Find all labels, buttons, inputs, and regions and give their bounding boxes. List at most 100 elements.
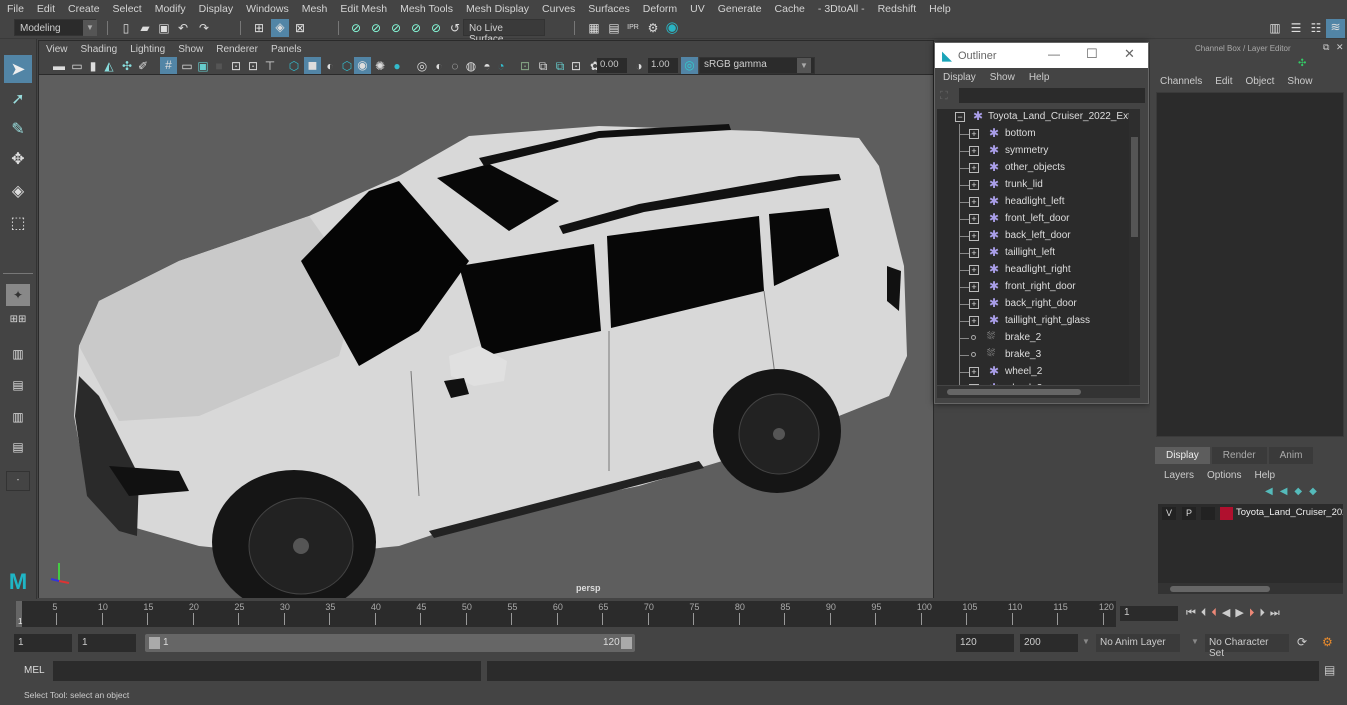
step-forward-key-icon[interactable]: ⏵ bbox=[1249, 607, 1260, 619]
channel-menu-channels[interactable]: Channels bbox=[1160, 76, 1202, 87]
resolution-gate-icon[interactable]: ▣ bbox=[195, 58, 211, 74]
uv-editor-layout-icon[interactable]: ▤ bbox=[6, 439, 30, 463]
layer-visibility-toggle[interactable]: V bbox=[1162, 507, 1176, 520]
expand-icon[interactable]: + bbox=[969, 146, 979, 156]
expand-icon[interactable]: + bbox=[969, 248, 979, 258]
film-gate-icon[interactable]: ▭ bbox=[179, 58, 195, 74]
scale-tool-icon[interactable]: ⬚ bbox=[4, 211, 32, 237]
layer-name[interactable]: Toyota_Land_Cruiser_2022 bbox=[1236, 507, 1343, 518]
scroll-thumb[interactable] bbox=[1170, 586, 1270, 592]
layer-menu-help[interactable]: Help bbox=[1254, 470, 1275, 481]
expand-icon[interactable]: + bbox=[969, 163, 979, 173]
outliner-item[interactable]: + ✱ bottom bbox=[937, 126, 1137, 143]
outliner-item[interactable]: + ✱ other_objects bbox=[937, 160, 1137, 177]
go-to-start-icon[interactable]: ⏮ bbox=[1186, 607, 1201, 619]
grease-pencil-icon[interactable]: ✐ bbox=[135, 58, 151, 74]
wireframe-on-shaded-icon[interactable]: ⬡ bbox=[339, 58, 355, 74]
animation-preferences-icon[interactable]: ⚙ bbox=[1322, 635, 1333, 649]
outliner-menu-display[interactable]: Display bbox=[943, 72, 976, 83]
menu-select[interactable]: Select bbox=[113, 3, 142, 15]
redo-icon[interactable]: ↷ bbox=[196, 20, 212, 36]
outliner-vscrollbar[interactable] bbox=[1129, 109, 1140, 385]
layer-playback-toggle[interactable]: P bbox=[1182, 507, 1196, 520]
close-icon[interactable]: ✕ bbox=[1124, 46, 1135, 62]
animation-end-field[interactable]: 200 bbox=[1020, 634, 1078, 652]
ambient-occlusion-icon[interactable]: ◎ bbox=[414, 58, 430, 74]
xray-icon[interactable]: ◔ bbox=[493, 58, 509, 74]
menu-generate[interactable]: Generate bbox=[718, 3, 762, 15]
close-icon[interactable]: ✕ bbox=[1336, 42, 1344, 53]
outliner-item[interactable]: + ✱ wheel_2 bbox=[937, 364, 1137, 381]
chevron-down-icon[interactable]: ▼ bbox=[797, 58, 811, 73]
menu-modify[interactable]: Modify bbox=[155, 3, 186, 15]
car-model[interactable] bbox=[39, 76, 933, 598]
hypershade-layout-icon[interactable]: ▥ bbox=[6, 409, 30, 433]
safe-title-icon[interactable]: ⊤ bbox=[262, 58, 278, 74]
playback-start-field[interactable]: 1 bbox=[78, 634, 136, 652]
menu-file[interactable]: File bbox=[7, 3, 24, 15]
mel-label[interactable]: MEL bbox=[24, 665, 45, 676]
animation-start-field[interactable]: 1 bbox=[14, 634, 72, 652]
shadows-icon[interactable]: ● bbox=[389, 58, 405, 74]
menu-cache[interactable]: Cache bbox=[775, 3, 805, 15]
search-filter-icon[interactable]: ⛶ bbox=[940, 90, 954, 104]
manipulator-icon[interactable]: ✣ bbox=[1298, 58, 1306, 69]
expand-icon[interactable]: + bbox=[969, 214, 979, 224]
panel-menu-view[interactable]: View bbox=[46, 44, 68, 55]
gate-mask-icon[interactable]: ■ bbox=[211, 58, 227, 74]
hud-icon[interactable]: ⊡ bbox=[568, 58, 584, 74]
menu-surfaces[interactable]: Surfaces bbox=[588, 3, 629, 15]
expand-icon[interactable]: + bbox=[969, 231, 979, 241]
snap-projected-icon[interactable]: ⊘ bbox=[408, 20, 424, 36]
new-scene-icon[interactable]: ▯ bbox=[118, 20, 134, 36]
outliner-hscrollbar[interactable] bbox=[937, 386, 1140, 398]
expand-icon[interactable]: + bbox=[969, 265, 979, 275]
menu-mesh-display[interactable]: Mesh Display bbox=[466, 3, 529, 15]
gamma-field[interactable]: 1.00 bbox=[648, 58, 678, 73]
save-scene-icon[interactable]: ▣ bbox=[156, 20, 172, 36]
expand-icon[interactable]: + bbox=[969, 180, 979, 190]
range-slider[interactable]: 1 120 bbox=[145, 634, 635, 652]
channel-menu-edit[interactable]: Edit bbox=[1215, 76, 1232, 87]
menu-windows[interactable]: Windows bbox=[246, 3, 289, 15]
hypershade-icon[interactable]: ◉ bbox=[664, 20, 680, 36]
auto-key-icon[interactable]: ⟳ bbox=[1297, 635, 1307, 649]
menu-edit[interactable]: Edit bbox=[37, 3, 55, 15]
menu-uv[interactable]: UV bbox=[690, 3, 705, 15]
play-forwards-icon[interactable]: ▶ bbox=[1235, 607, 1248, 619]
xray-joints-icon[interactable]: ⊡ bbox=[517, 58, 533, 74]
expand-icon[interactable]: + bbox=[969, 282, 979, 292]
panel-menu-shading[interactable]: Shading bbox=[81, 44, 118, 55]
undo-icon[interactable]: ↶ bbox=[175, 20, 191, 36]
select-by-object-icon[interactable]: ◈ bbox=[271, 19, 289, 37]
outliner-menu-help[interactable]: Help bbox=[1029, 72, 1050, 83]
use-default-material-icon[interactable]: ⧉ bbox=[552, 58, 568, 74]
lasso-tool-icon[interactable]: ➚ bbox=[4, 87, 32, 113]
outliner-item[interactable]: + ✱ taillight_right_glass bbox=[937, 313, 1137, 330]
custom-layout-icon[interactable]: - bbox=[6, 471, 30, 491]
layer-menu-layers[interactable]: Layers bbox=[1164, 470, 1194, 481]
menu-3dtoall[interactable]: - 3DtoAll - bbox=[818, 3, 865, 15]
expand-icon[interactable]: + bbox=[969, 197, 979, 207]
modeling-toolkit-icon[interactable]: ▥ bbox=[1267, 20, 1283, 36]
persp-outliner-layout-icon[interactable]: ▥ bbox=[6, 346, 30, 370]
select-by-hierarchy-icon[interactable]: ⊞ bbox=[251, 20, 267, 36]
menu-deform[interactable]: Deform bbox=[643, 3, 677, 15]
paint-select-tool-icon[interactable]: ✎ bbox=[4, 117, 32, 143]
wireframe-icon[interactable]: ⬡ bbox=[286, 58, 302, 74]
scroll-thumb[interactable] bbox=[947, 389, 1081, 395]
xray-components-icon[interactable]: ⧉ bbox=[535, 58, 551, 74]
outliner-item[interactable]: + ✱ front_right_door bbox=[937, 279, 1137, 296]
render-view-icon[interactable]: ▦ bbox=[586, 20, 602, 36]
color-management-icon[interactable]: ◎ bbox=[681, 57, 698, 74]
layer-actions-icons[interactable]: ◀◀◆◆ bbox=[1265, 486, 1324, 497]
default-material-icon[interactable]: ◐ bbox=[322, 58, 338, 74]
depth-of-field-icon[interactable]: ◍ bbox=[463, 58, 479, 74]
outliner-item[interactable]: + ✱ wheel_3 bbox=[937, 381, 1137, 385]
tool-settings-icon[interactable]: ☷ bbox=[1308, 20, 1324, 36]
anim-layer-dropdown[interactable]: No Anim Layer bbox=[1096, 634, 1180, 652]
script-editor-icon[interactable]: ▤ bbox=[1324, 663, 1335, 677]
menu-redshift[interactable]: Redshift bbox=[878, 3, 917, 15]
outliner-item[interactable]: + ✱ taillight_left bbox=[937, 245, 1137, 262]
menu-create[interactable]: Create bbox=[68, 3, 100, 15]
